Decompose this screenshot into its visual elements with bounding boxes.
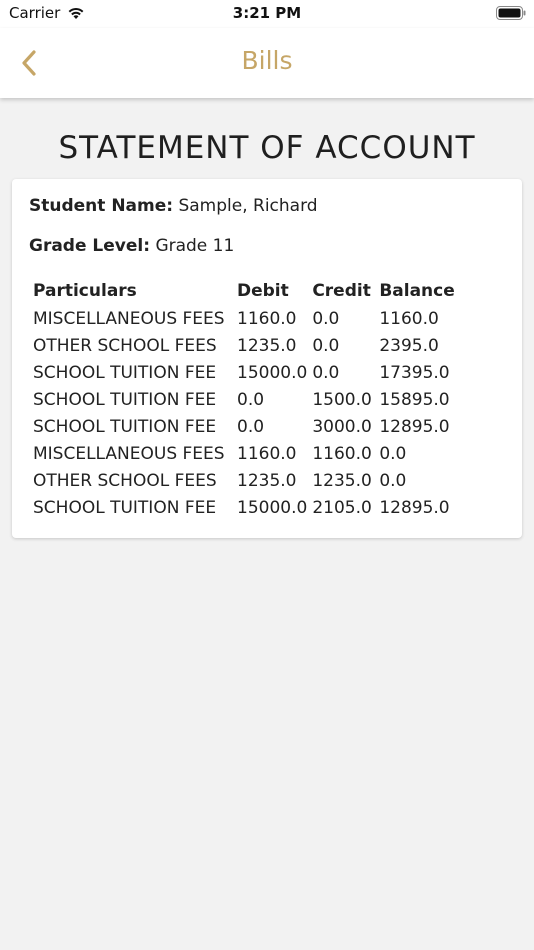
cell-particulars: SCHOOL TUITION FEE [33,416,217,437]
grade-level-label: Grade Level: [29,236,151,256]
cell-credit: 3000.0 [312,416,372,437]
navigation-bar: Bills [0,28,534,98]
ledger-table: Particulars Debit Credit Balance MISCELL… [31,277,467,521]
cell-balance: 17395.0 [379,362,450,383]
table-row: SCHOOL TUITION FEE 15000.0 0.0 17395.0 [31,359,467,386]
cell-debit: 15000.0 [237,497,308,518]
cell-balance: 15895.0 [379,389,450,410]
cell-debit: 0.0 [237,416,265,437]
cell-debit: 0.0 [237,389,265,410]
table-row: OTHER SCHOOL FEES 1235.0 0.0 2395.0 [31,332,467,359]
table-row: MISCELLANEOUS FEES 1160.0 1160.0 0.0 [31,440,467,467]
table-row: SCHOOL TUITION FEE 0.0 1500.0 15895.0 [31,386,467,413]
grade-level-row: Grade Level: Grade 11 [29,236,234,256]
cell-particulars: OTHER SCHOOL FEES [33,335,217,356]
cell-particulars: MISCELLANEOUS FEES [33,443,225,464]
cell-particulars: SCHOOL TUITION FEE [33,389,217,410]
statement-heading: STATEMENT OF ACCOUNT [58,130,476,166]
cell-credit: 1235.0 [312,470,372,491]
cell-credit: 0.0 [312,308,340,329]
cell-debit: 1235.0 [237,335,297,356]
cell-balance: 0.0 [379,443,407,464]
cell-particulars: OTHER SCHOOL FEES [33,470,217,491]
cell-particulars: MISCELLANEOUS FEES [33,308,225,329]
cell-debit: 1160.0 [237,308,297,329]
cell-balance: 12895.0 [379,416,450,437]
cell-balance: 2395.0 [379,335,439,356]
page-title: Bills [241,46,293,75]
cell-debit: 15000.0 [237,362,308,383]
column-header-balance: Balance [379,281,455,301]
student-name-row: Student Name: Sample, Richard [29,196,318,216]
table-header-row: Particulars Debit Credit Balance [31,277,467,305]
column-header-particulars: Particulars [33,281,137,301]
battery-icon [496,6,526,20]
cell-credit: 0.0 [312,335,340,356]
table-row: SCHOOL TUITION FEE 15000.0 2105.0 12895.… [31,494,467,521]
statement-card: Student Name: Sample, Richard Grade Leve… [12,179,522,538]
cell-debit: 1235.0 [237,470,297,491]
status-bar: Carrier 3:21 PM [0,0,534,28]
cell-credit: 1160.0 [312,443,372,464]
student-name-value: Sample, Richard [178,196,318,216]
cell-credit: 0.0 [312,362,340,383]
student-name-label: Student Name: [29,196,174,216]
cell-particulars: SCHOOL TUITION FEE [33,497,217,518]
cell-credit: 2105.0 [312,497,372,518]
cell-balance: 12895.0 [379,497,450,518]
column-header-debit: Debit [237,281,289,301]
cell-debit: 1160.0 [237,443,297,464]
column-header-credit: Credit [312,281,371,301]
cell-balance: 0.0 [379,470,407,491]
table-row: MISCELLANEOUS FEES 1160.0 0.0 1160.0 [31,305,467,332]
cell-particulars: SCHOOL TUITION FEE [33,362,217,383]
status-time: 3:21 PM [232,4,302,22]
cell-credit: 1500.0 [312,389,372,410]
table-row: SCHOOL TUITION FEE 0.0 3000.0 12895.0 [31,413,467,440]
grade-level-value: Grade 11 [155,236,235,256]
table-row: OTHER SCHOOL FEES 1235.0 1235.0 0.0 [31,467,467,494]
cell-balance: 1160.0 [379,308,439,329]
